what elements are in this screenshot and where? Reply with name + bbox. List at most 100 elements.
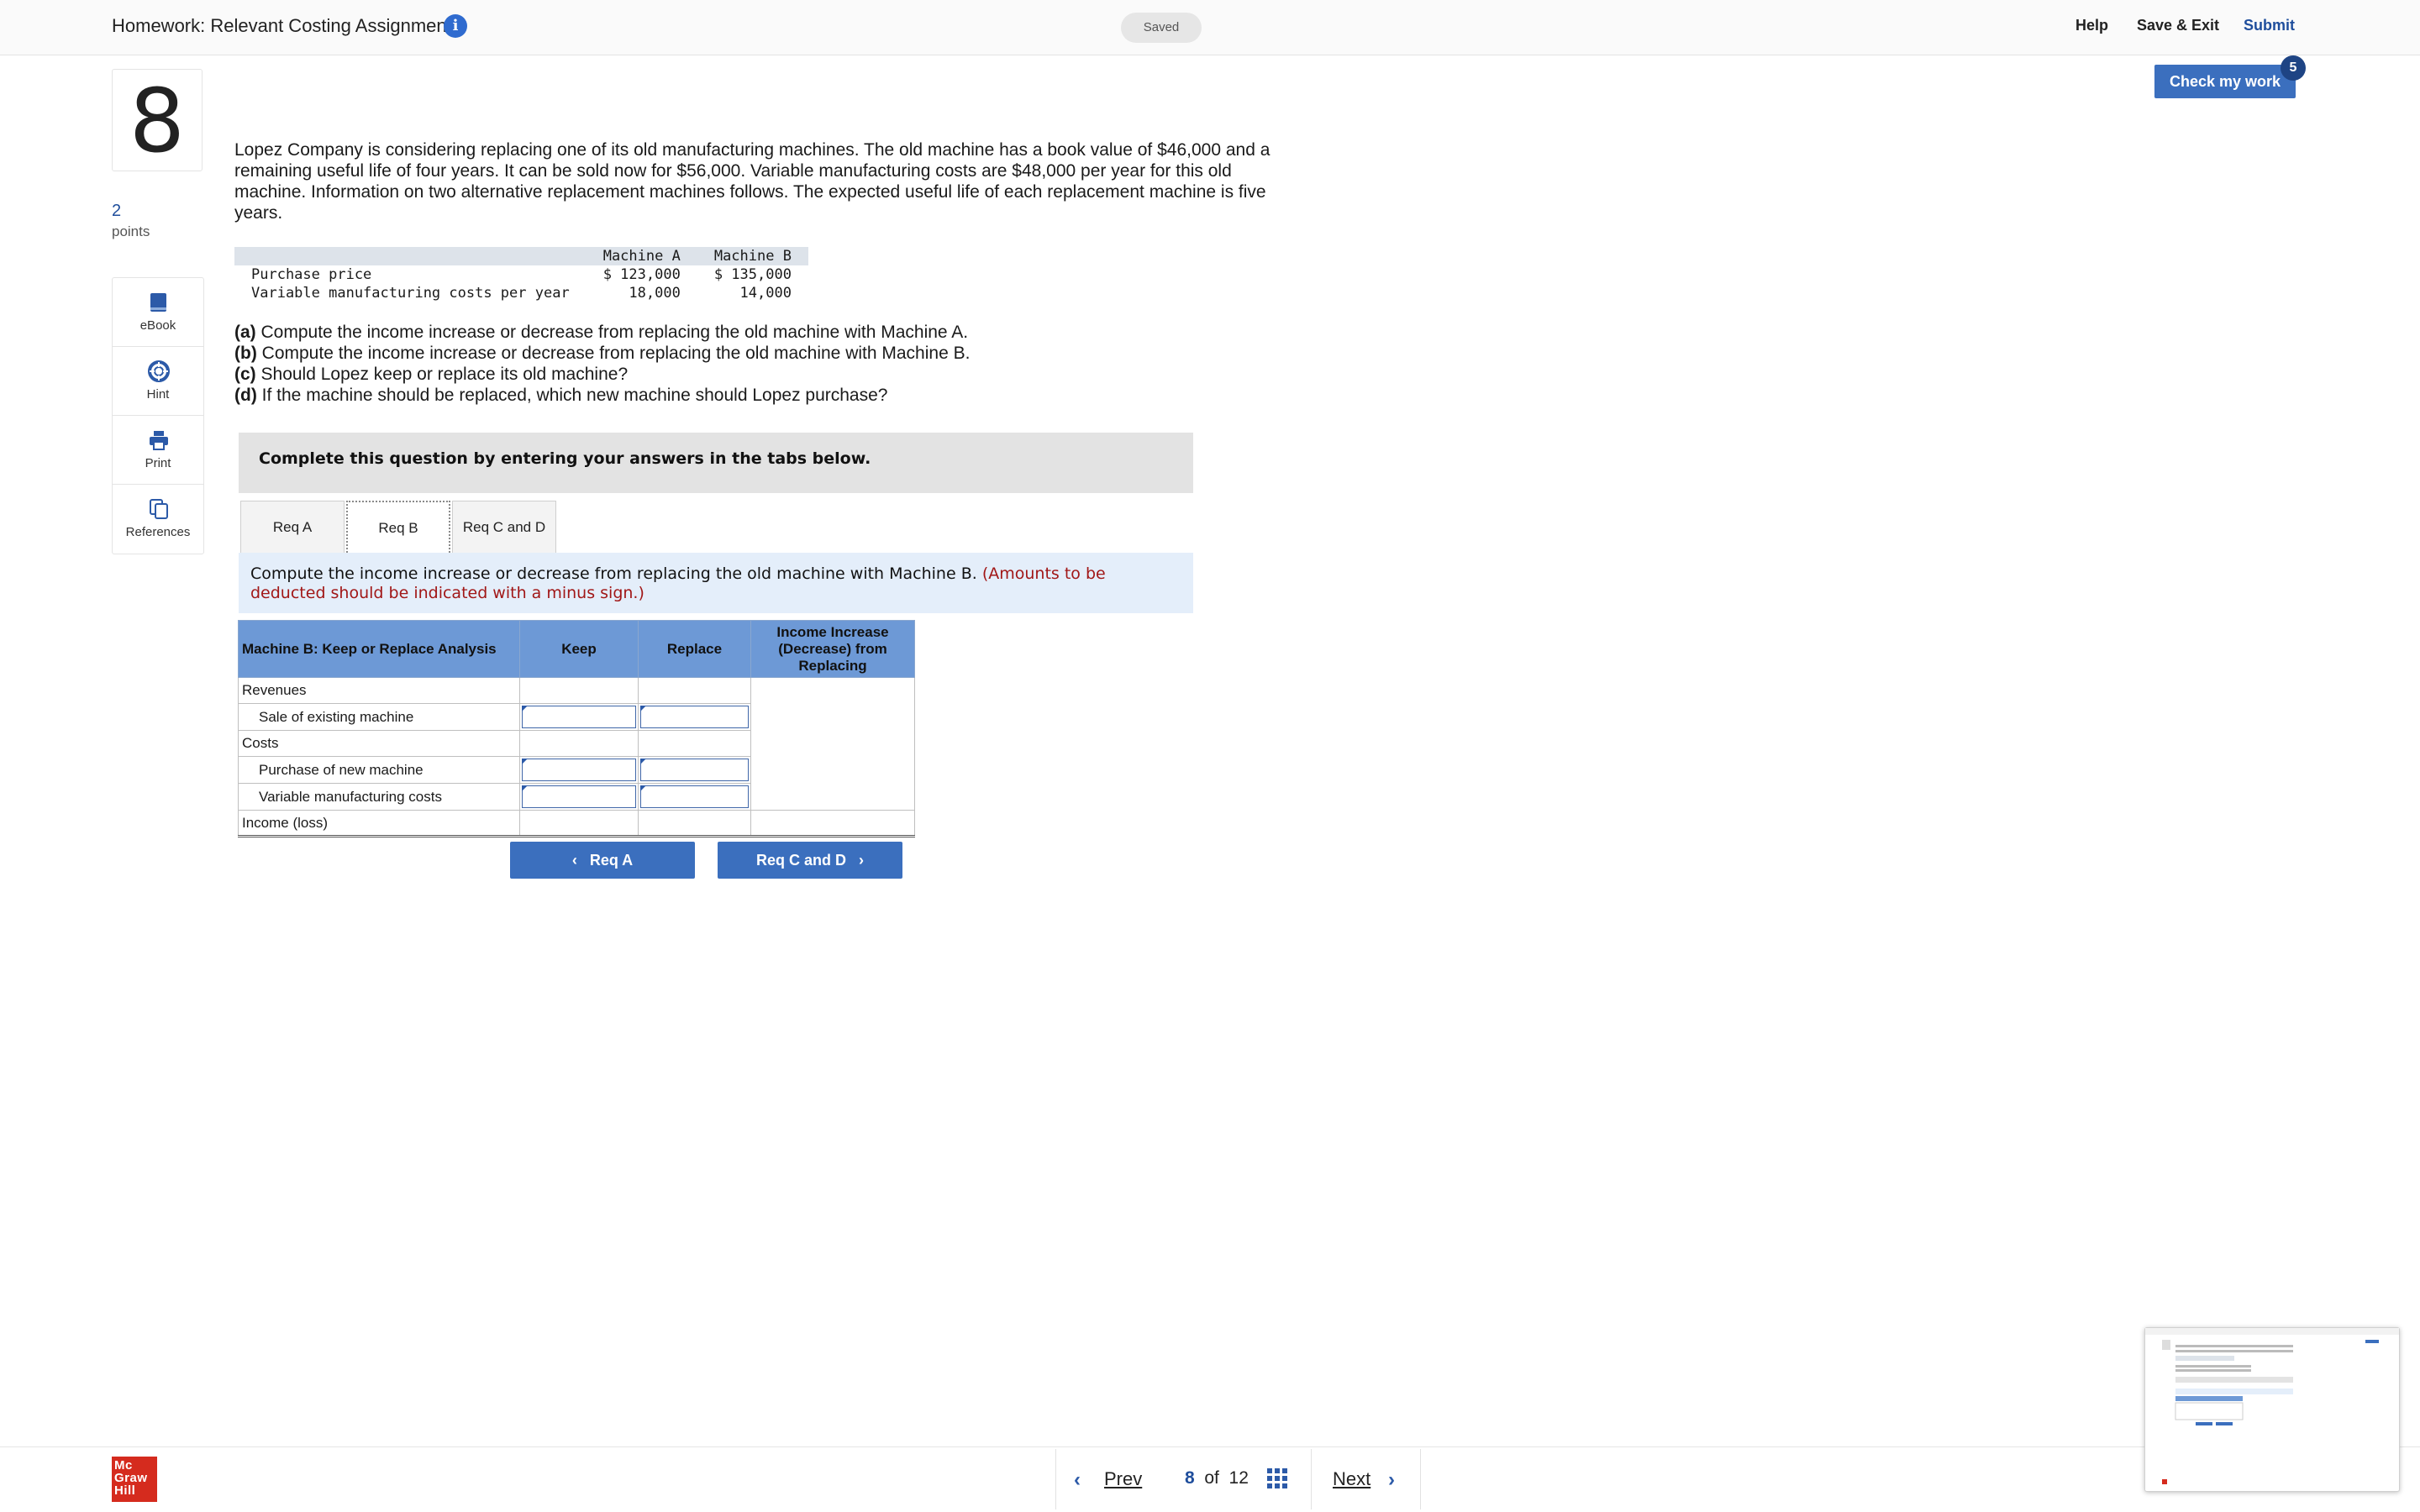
next-chevron-icon[interactable]: › xyxy=(1388,1468,1395,1492)
prev-chevron-icon[interactable]: ‹ xyxy=(1074,1468,1081,1492)
mcgraw-hill-logo: Mc Graw Hill xyxy=(112,1457,157,1502)
row-label-costs: Costs xyxy=(238,730,520,757)
question-part: (a) Compute the income increase or decre… xyxy=(234,323,969,342)
question-part: (b) Compute the income increase or decre… xyxy=(234,344,971,363)
table-cell xyxy=(519,756,639,784)
print-label: Print xyxy=(145,456,171,470)
row-label-sale-existing: Sale of existing machine xyxy=(238,703,520,731)
pager-divider xyxy=(1311,1449,1312,1509)
replace-purchase-new-input[interactable] xyxy=(640,759,749,781)
keep-sale-existing-input[interactable] xyxy=(522,706,636,728)
prev-question-link[interactable]: Prev xyxy=(1104,1468,1142,1490)
table-row: Variable manufacturing costs xyxy=(238,783,915,811)
keep-header: Keep xyxy=(519,620,639,678)
saved-status-badge: Saved xyxy=(1121,13,1202,43)
row-label-income-loss: Income (loss) xyxy=(238,810,520,837)
keep-income-cell xyxy=(519,810,639,837)
machine-info-table: Machine A Machine B Purchase price $ 123… xyxy=(234,247,808,302)
ebook-button[interactable]: eBook xyxy=(113,278,203,347)
submit-link[interactable]: Submit xyxy=(2244,17,2295,34)
pager-divider xyxy=(1055,1449,1056,1509)
table-cell xyxy=(638,703,751,731)
print-button[interactable]: Print xyxy=(113,416,203,485)
thumbnail-graphic xyxy=(2145,1328,2399,1484)
replace-variable-costs-input[interactable] xyxy=(640,785,749,808)
row-label-purchase-new: Purchase of new machine xyxy=(238,756,520,784)
page-indicator: 8 of 12 xyxy=(1185,1468,1249,1488)
row-label-variable-costs: Variable manufacturing costs xyxy=(238,783,520,811)
table-header-cell xyxy=(234,247,587,265)
income-increase-header: Income Increase (Decrease) from Replacin… xyxy=(750,620,915,678)
hint-button[interactable]: Hint xyxy=(113,347,203,416)
page-thumbnail-preview[interactable] xyxy=(2144,1327,2400,1492)
table-header-row: Machine B: Keep or Replace Analysis Keep… xyxy=(238,620,915,678)
ebook-icon xyxy=(150,293,166,312)
info-icon[interactable]: i xyxy=(444,14,467,38)
chevron-right-icon: › xyxy=(846,852,864,869)
table-cell xyxy=(750,703,915,731)
printer-icon xyxy=(150,431,168,450)
table-row: Variable manufacturing costs per year 18… xyxy=(234,284,808,302)
pager-divider xyxy=(1420,1449,1421,1509)
table-row: Purchase of new machine xyxy=(238,756,915,784)
question-part: (c) Should Lopez keep or replace its old… xyxy=(234,365,629,384)
question-part: (d) If the machine should be replaced, w… xyxy=(234,386,888,405)
table-cell xyxy=(750,677,915,704)
hint-label: Hint xyxy=(146,387,170,402)
top-bar: Homework: Relevant Costing Assignment i … xyxy=(0,0,2420,55)
table-cell xyxy=(638,783,751,811)
next-question-link[interactable]: Next xyxy=(1333,1468,1370,1490)
complete-instructions-bar: Complete this question by entering your … xyxy=(239,433,1193,493)
prev-req-a-button[interactable]: ‹ Req A xyxy=(510,842,695,879)
help-link[interactable]: Help xyxy=(2075,17,2108,34)
analysis-header: Machine B: Keep or Replace Analysis xyxy=(238,620,520,678)
question-intro: Lopez Company is considering replacing o… xyxy=(234,140,1270,223)
table-row: Revenues xyxy=(238,677,915,704)
replace-header: Replace xyxy=(638,620,751,678)
table-cell xyxy=(519,677,639,704)
table-row: Income (loss) xyxy=(238,810,915,837)
table-cell xyxy=(519,703,639,731)
table-cell: 14,000 xyxy=(739,285,792,302)
keep-or-replace-table: Machine B: Keep or Replace Analysis Keep… xyxy=(238,620,915,837)
table-cell xyxy=(750,783,915,811)
table-cell: 18,000 xyxy=(629,285,681,302)
references-button[interactable]: References xyxy=(113,485,203,554)
req-b-instruction: Compute the income increase or decrease … xyxy=(239,553,1193,613)
keep-purchase-new-input[interactable] xyxy=(522,759,636,781)
question-number: 8 xyxy=(112,69,203,172)
table-cell: $ 123,000 xyxy=(602,266,681,283)
points-value: 2 xyxy=(112,202,122,220)
table-row: Costs xyxy=(238,730,915,757)
table-header-cell: Machine B xyxy=(697,247,808,265)
check-attempts-badge: 5 xyxy=(2281,55,2306,81)
tab-req-c-and-d[interactable]: Req C and D xyxy=(452,501,556,553)
tab-req-a[interactable]: Req A xyxy=(240,501,345,553)
question-tools: eBook Hint Print References xyxy=(112,277,204,554)
question-grid-icon[interactable] xyxy=(1267,1468,1287,1488)
table-cell xyxy=(638,756,751,784)
ebook-label: eBook xyxy=(139,318,176,333)
table-cell xyxy=(519,783,639,811)
table-cell xyxy=(638,730,751,757)
table-cell: Variable manufacturing costs per year xyxy=(251,285,570,302)
save-exit-link[interactable]: Save & Exit xyxy=(2137,17,2219,34)
assignment-title: Homework: Relevant Costing Assignment xyxy=(112,15,452,36)
table-cell xyxy=(519,730,639,757)
question-parts: (a) Compute the income increase or decre… xyxy=(234,322,970,406)
references-label: References xyxy=(125,525,191,539)
table-cell xyxy=(750,730,915,757)
next-req-c-and-d-button[interactable]: Req C and D › xyxy=(718,842,902,879)
keep-variable-costs-input[interactable] xyxy=(522,785,636,808)
replace-sale-existing-input[interactable] xyxy=(640,706,749,728)
tab-req-b[interactable]: Req B xyxy=(346,501,450,553)
table-header-row: Machine A Machine B xyxy=(234,247,808,265)
row-label-revenues: Revenues xyxy=(238,677,520,704)
table-row: Purchase price $ 123,000 $ 135,000 xyxy=(234,265,808,284)
instruction-text: Compute the income increase or decrease … xyxy=(250,564,977,583)
table-cell: $ 135,000 xyxy=(713,266,792,283)
table-cell xyxy=(638,677,751,704)
check-my-work-button[interactable]: Check my work xyxy=(2154,65,2296,98)
table-cell: Purchase price xyxy=(251,266,372,283)
table-cell xyxy=(750,756,915,784)
